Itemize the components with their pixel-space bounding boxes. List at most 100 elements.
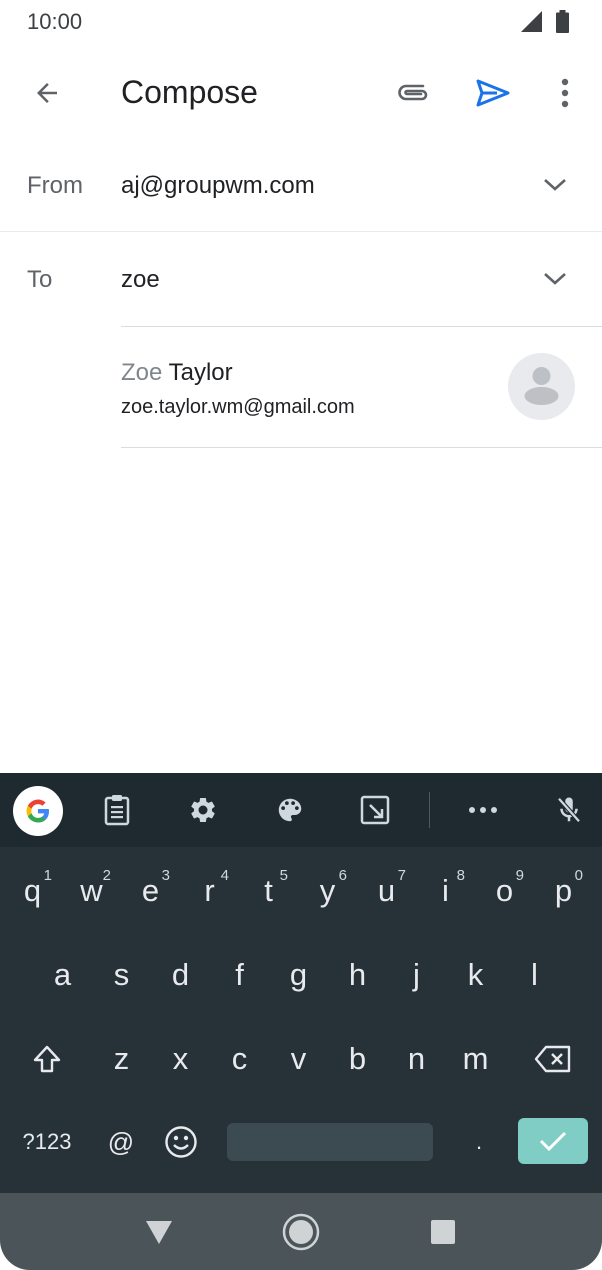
palette-icon xyxy=(278,798,302,822)
key-v[interactable]: v xyxy=(269,1023,328,1095)
paperclip-icon xyxy=(398,84,428,101)
key-hint: 3 xyxy=(161,867,170,884)
backspace-key[interactable] xyxy=(517,1023,589,1095)
chevron-down-icon xyxy=(544,179,566,191)
key-label: u xyxy=(377,873,396,908)
key-x[interactable]: x xyxy=(151,1023,210,1095)
key-hint: 7 xyxy=(397,867,406,884)
suggestion-name-rest: Taylor xyxy=(162,359,233,386)
more-tools-button[interactable] xyxy=(458,785,508,835)
app-bar: Compose xyxy=(0,46,602,138)
one-handed-button[interactable] xyxy=(350,785,400,835)
shift-key[interactable] xyxy=(12,1023,82,1095)
key-j[interactable]: j xyxy=(387,939,446,1011)
key-hint: 1 xyxy=(43,867,52,884)
key-hint: 8 xyxy=(456,867,465,884)
to-expand-button[interactable] xyxy=(533,257,577,301)
key-i[interactable]: i8 xyxy=(416,855,475,927)
battery-icon xyxy=(556,10,569,33)
attach-button[interactable] xyxy=(390,68,440,118)
to-label: To xyxy=(27,266,53,293)
key-l[interactable]: l xyxy=(505,939,564,1011)
mic-off-icon xyxy=(557,797,581,823)
settings-button[interactable] xyxy=(178,785,228,835)
key-b[interactable]: b xyxy=(328,1023,387,1095)
key-z[interactable]: z xyxy=(92,1023,151,1095)
key-label: y xyxy=(319,873,336,908)
key-p[interactable]: p0 xyxy=(534,855,593,927)
to-row: To zoe xyxy=(0,232,602,326)
key-w[interactable]: w2 xyxy=(62,855,121,927)
key-m[interactable]: m xyxy=(446,1023,505,1095)
period-key[interactable]: . xyxy=(456,1106,502,1178)
clipboard-button[interactable] xyxy=(92,785,142,835)
nav-recents-button[interactable] xyxy=(418,1207,468,1257)
status-bar: 10:00 xyxy=(0,0,602,46)
emoji-key[interactable] xyxy=(156,1106,206,1178)
key-t[interactable]: t5 xyxy=(239,855,298,927)
toolbar-divider xyxy=(429,792,430,828)
clipboard-icon xyxy=(104,795,130,826)
theme-button[interactable] xyxy=(265,785,315,835)
suggestion-email: zoe.taylor.wm@gmail.com xyxy=(121,396,355,418)
key-hint: 9 xyxy=(515,867,524,884)
back-button[interactable] xyxy=(22,68,72,118)
suggestion-name: Zoe Taylor xyxy=(121,359,233,387)
key-g[interactable]: g xyxy=(269,939,328,1011)
more-horiz-icon xyxy=(469,807,497,813)
nav-home-button[interactable] xyxy=(276,1207,326,1257)
key-label: p xyxy=(554,873,573,908)
key-label: e xyxy=(141,873,160,908)
key-o[interactable]: o9 xyxy=(475,855,534,927)
suggestion-name-match: Zoe xyxy=(121,359,163,386)
from-field[interactable]: aj@groupwm.com xyxy=(121,172,315,200)
key-c[interactable]: c xyxy=(210,1023,269,1095)
chevron-down-icon xyxy=(544,273,566,285)
keyboard-toolbar xyxy=(0,773,602,847)
status-time: 10:00 xyxy=(27,9,83,34)
page-title: Compose xyxy=(121,74,258,110)
key-k[interactable]: k xyxy=(446,939,505,1011)
voice-input-button[interactable] xyxy=(544,785,594,835)
triangle-back-icon xyxy=(146,1221,172,1244)
symbols-key[interactable]: ?123 xyxy=(14,1106,80,1178)
send-button[interactable] xyxy=(468,68,518,118)
from-label: From xyxy=(27,172,83,199)
nav-back-button[interactable] xyxy=(134,1207,184,1257)
emoji-icon xyxy=(165,1126,197,1158)
google-button[interactable] xyxy=(13,786,63,836)
to-input[interactable]: zoe xyxy=(121,266,160,294)
key-s[interactable]: s xyxy=(92,939,151,1011)
key-q[interactable]: q1 xyxy=(3,855,62,927)
key-u[interactable]: u7 xyxy=(357,855,416,927)
done-key[interactable] xyxy=(518,1118,588,1164)
more-options-button[interactable] xyxy=(540,68,590,118)
at-key[interactable]: @ xyxy=(98,1106,144,1178)
key-e[interactable]: e3 xyxy=(121,855,180,927)
key-label: i xyxy=(442,873,449,908)
from-dropdown-button[interactable] xyxy=(533,163,577,207)
key-r[interactable]: r4 xyxy=(180,855,239,927)
backspace-icon xyxy=(534,1045,571,1073)
space-key[interactable] xyxy=(227,1123,433,1161)
key-label: w xyxy=(80,873,103,908)
contact-suggestion[interactable]: Zoe Taylor zoe.taylor.wm@gmail.com xyxy=(121,327,602,448)
key-n[interactable]: n xyxy=(387,1023,446,1095)
keyboard: q1w2e3r4t5y6u7i8o9p0 asdfghjkl zxcvbnm ?… xyxy=(0,773,602,1193)
key-a[interactable]: a xyxy=(33,939,92,1011)
gear-icon xyxy=(191,797,215,822)
key-hint: 6 xyxy=(338,867,347,884)
key-d[interactable]: d xyxy=(151,939,210,1011)
key-label: t xyxy=(264,873,273,908)
home-circle-icon xyxy=(282,1213,320,1251)
square-recents-icon xyxy=(431,1220,455,1244)
key-h[interactable]: h xyxy=(328,939,387,1011)
one-handed-mode-icon xyxy=(360,795,390,825)
check-icon xyxy=(539,1131,567,1152)
send-icon xyxy=(476,79,510,107)
key-label: o xyxy=(495,873,514,908)
avatar xyxy=(508,353,575,420)
key-y[interactable]: y6 xyxy=(298,855,357,927)
shift-icon xyxy=(33,1045,61,1073)
key-f[interactable]: f xyxy=(210,939,269,1011)
